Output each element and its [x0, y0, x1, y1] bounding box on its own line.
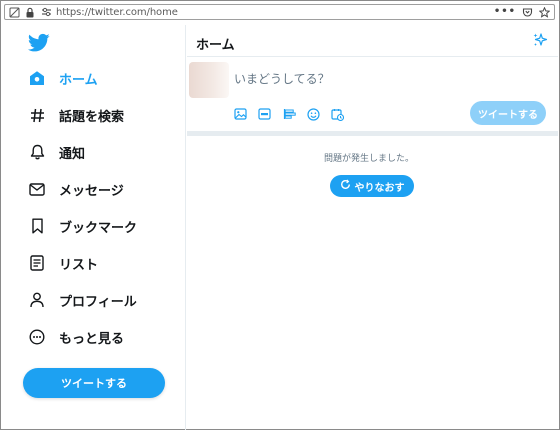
twitter-app: ホーム 話題を検索 通知 メッセージ ブックマーク リスト プロフィール もっと… — [2, 25, 559, 430]
page-actions-icon[interactable]: ••• — [494, 5, 516, 19]
sidebar-item-bookmarks[interactable]: ブックマーク — [28, 214, 137, 238]
person-icon — [28, 291, 46, 309]
schedule-icon[interactable] — [329, 106, 345, 122]
sidebar-item-label: ブックマーク — [59, 220, 138, 236]
sidebar-tweet-button[interactable]: ツイートする — [23, 368, 165, 398]
sparkle-icon[interactable] — [532, 32, 548, 48]
permissions-icon[interactable] — [39, 5, 53, 19]
envelope-icon — [28, 180, 46, 198]
section-divider — [187, 131, 558, 136]
compose-input[interactable]: いまどうしてる？ — [234, 70, 330, 87]
emoji-icon[interactable] — [305, 106, 321, 122]
sidebar-item-label: リスト — [59, 257, 99, 273]
sidebar-item-lists[interactable]: リスト — [28, 251, 98, 275]
list-icon — [28, 254, 46, 272]
retry-label: やりなおす — [354, 182, 405, 194]
error-message: 問題が発生しました。 — [323, 154, 414, 164]
sidebar-item-explore[interactable]: 話題を検索 — [28, 103, 124, 127]
lock-icon[interactable] — [23, 5, 37, 19]
browser-window: https://twitter.com/home ••• ホーム 話題を検索 通… — [0, 0, 560, 430]
main-column: ホーム いまどうしてる？ ツイートする 問題が発生しました。 やりなおす — [187, 25, 558, 430]
sidebar-item-label: 通知 — [59, 146, 86, 162]
sidebar-item-label: プロフィール — [59, 294, 137, 310]
sidebar: ホーム 話題を検索 通知 メッセージ ブックマーク リスト プロフィール もっと… — [2, 25, 186, 430]
address-bar[interactable]: https://twitter.com/home ••• — [4, 4, 555, 20]
tracking-protection-icon[interactable] — [7, 5, 21, 19]
image-icon[interactable] — [232, 106, 248, 122]
compose-tweet-button[interactable]: ツイートする — [470, 101, 546, 125]
sidebar-item-notifications[interactable]: 通知 — [28, 140, 85, 164]
sidebar-item-label: ホーム — [59, 72, 98, 88]
sidebar-item-profile[interactable]: プロフィール — [28, 288, 137, 312]
sidebar-item-label: メッセージ — [59, 183, 124, 199]
sidebar-item-messages[interactable]: メッセージ — [28, 177, 124, 201]
tweet-composer: いまどうしてる？ ツイートする — [187, 58, 558, 130]
gif-icon[interactable] — [256, 106, 272, 122]
more-icon — [28, 328, 46, 346]
bookmark-star-icon[interactable] — [538, 3, 551, 22]
sidebar-item-label: もっと見る — [59, 331, 125, 347]
twitter-logo-icon[interactable] — [27, 33, 50, 53]
poll-icon[interactable] — [281, 106, 297, 122]
sidebar-item-more[interactable]: もっと見る — [28, 325, 124, 349]
url-text[interactable]: https://twitter.com/home — [56, 7, 178, 18]
main-header: ホーム — [187, 25, 558, 57]
retry-button[interactable]: やりなおす — [330, 175, 414, 197]
sidebar-item-home[interactable]: ホーム — [28, 66, 98, 90]
page-title: ホーム — [196, 38, 235, 53]
refresh-icon — [340, 179, 351, 193]
hashtag-icon — [28, 106, 46, 124]
pocket-icon[interactable] — [522, 3, 533, 22]
bell-icon — [28, 143, 46, 161]
sidebar-item-label: 話題を検索 — [59, 109, 125, 125]
avatar[interactable] — [189, 62, 229, 98]
home-icon — [28, 69, 46, 87]
bookmark-icon — [28, 217, 46, 235]
